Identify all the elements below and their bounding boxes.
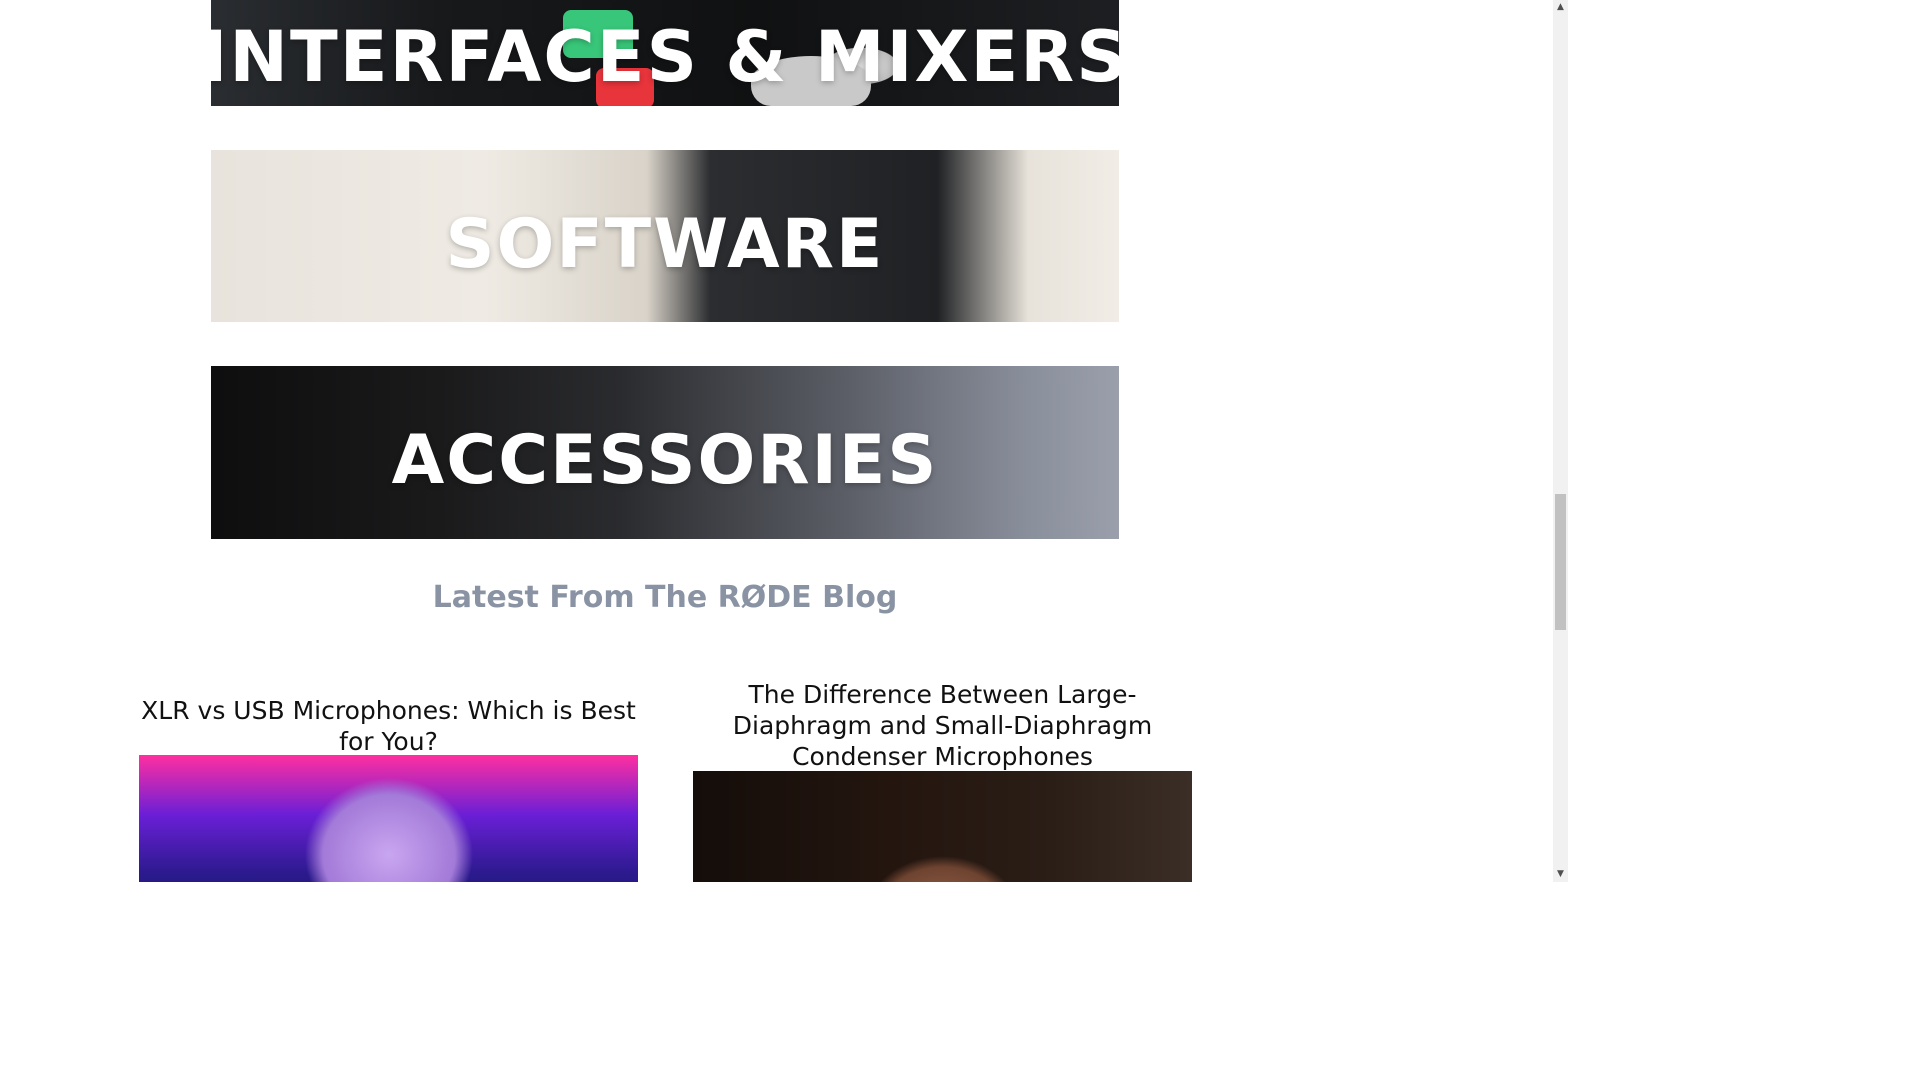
blog-post-thumbnail[interactable] [139, 755, 638, 882]
page: INTERFACES & MIXERS SOFTWARE ACCESSORIES… [0, 0, 1553, 882]
blog-post-card: XLR vs USB Microphones: Which is Best fo… [139, 695, 638, 882]
blog-post-title-link[interactable]: The Difference Between Large-Diaphragm a… [693, 679, 1192, 772]
category-banner-interfaces-mixers[interactable]: INTERFACES & MIXERS [211, 0, 1119, 106]
blog-post-title-link[interactable]: XLR vs USB Microphones: Which is Best fo… [139, 695, 638, 757]
scroll-down-icon[interactable]: ▼ [1556, 870, 1565, 879]
scrollbar-thumb[interactable] [1555, 494, 1566, 630]
blog-post-card: The Difference Between Large-Diaphragm a… [693, 679, 1192, 882]
category-label-interfaces-mixers: INTERFACES & MIXERS [211, 16, 1119, 98]
category-banner-accessories[interactable]: ACCESSORIES [211, 366, 1119, 539]
category-label-software: SOFTWARE [445, 204, 885, 284]
blog-section-heading: Latest From The RØDE Blog [432, 580, 898, 615]
vertical-scrollbar[interactable]: ▲ ▼ [1553, 0, 1568, 882]
scroll-up-icon[interactable]: ▲ [1556, 3, 1565, 12]
category-label-accessories: ACCESSORIES [391, 421, 939, 500]
blog-post-thumbnail[interactable] [693, 771, 1192, 882]
category-banner-software[interactable]: SOFTWARE [211, 150, 1119, 322]
